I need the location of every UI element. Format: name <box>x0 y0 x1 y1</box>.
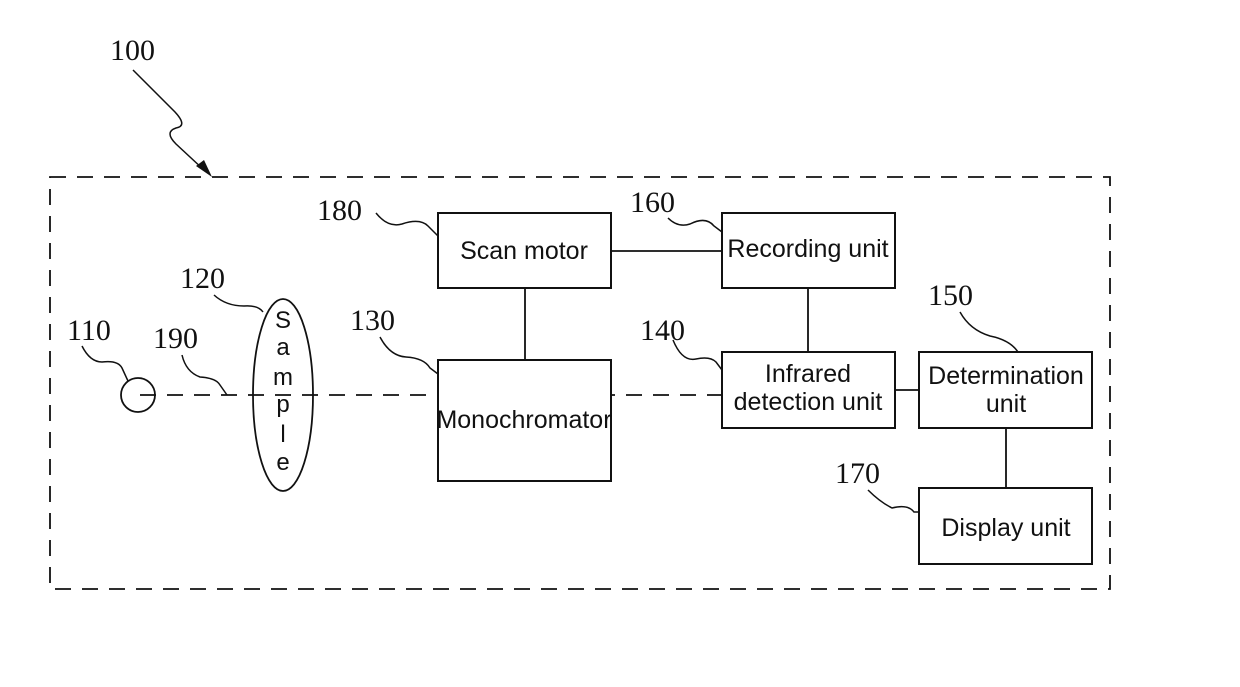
leader-110 <box>81 345 129 382</box>
leader-190 <box>181 354 228 396</box>
ref-label-150: 150 <box>928 279 973 312</box>
ref-label-170: 170 <box>835 457 880 490</box>
ref-label-100: 100 <box>110 34 155 67</box>
arrowhead-icon <box>196 160 212 177</box>
infrared-detection-label-line2: detection unit <box>734 388 883 416</box>
sample-letter: a <box>276 334 290 361</box>
sample-letter: m <box>273 364 293 391</box>
leader-150 <box>959 311 1019 353</box>
sample-letter: e <box>276 449 289 476</box>
ref-label-120: 120 <box>180 262 225 295</box>
ref-label-190: 190 <box>153 322 198 355</box>
ref-label-130: 130 <box>350 304 395 337</box>
leader-120 <box>213 294 264 313</box>
leader-160 <box>667 217 723 233</box>
display-unit-label: Display unit <box>941 514 1070 542</box>
determination-label-line2: unit <box>986 390 1026 418</box>
scan-motor-label: Scan motor <box>460 237 588 265</box>
sample-letter: l <box>280 421 285 448</box>
recording-unit-label: Recording unit <box>727 235 888 263</box>
sample-letter: p <box>276 391 289 418</box>
sample-letter: S <box>275 307 291 334</box>
leader-170 <box>867 489 919 513</box>
ref-label-160: 160 <box>630 186 675 219</box>
monochromator-label: Monochromator <box>436 406 611 434</box>
leader-130 <box>379 336 439 375</box>
ref-label-110: 110 <box>67 314 111 347</box>
ref-label-180: 180 <box>317 194 362 227</box>
block-diagram: 100 110 190 120 S a m p l e Scan motor 1… <box>49 34 1111 590</box>
infrared-detection-label-line1: Infrared <box>765 360 851 388</box>
determination-label-line1: Determination <box>928 362 1084 390</box>
leader-180 <box>375 212 439 237</box>
ref-label-140: 140 <box>640 314 685 347</box>
leader-100 <box>132 69 205 171</box>
